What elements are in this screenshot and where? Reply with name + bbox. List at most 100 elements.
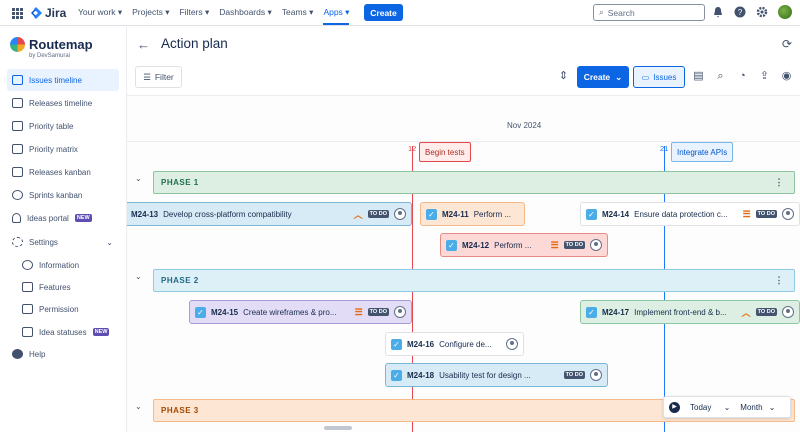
lightbulb-icon (12, 213, 21, 223)
permission-icon (22, 304, 33, 314)
checkbox-icon: ✓ (426, 208, 437, 220)
comment-icon[interactable]: ▤ (692, 70, 705, 83)
nav-your-work[interactable]: Your work ▾ (78, 7, 122, 25)
milestone-day: 12 (408, 144, 417, 153)
task-bar-m24-15[interactable]: ✓ M24-15 Create wireframes & pro... ☰ TO DO (189, 300, 412, 324)
nav-filters[interactable]: Filters ▾ (179, 7, 209, 25)
sidebar-item-permission[interactable]: Permission (17, 298, 117, 320)
issues-icon: ▭ (641, 72, 650, 82)
features-icon (22, 282, 33, 292)
checkbox-icon: ✓ (195, 306, 206, 318)
nav-apps[interactable]: Apps ▾ (323, 7, 350, 25)
chevron-down-icon[interactable]: ⌄ (135, 174, 142, 183)
month-header: Nov 2024 (507, 121, 542, 130)
create-button[interactable]: Create (364, 4, 403, 21)
sidebar-item-idea-statuses[interactable]: Idea statuses NEW (17, 321, 117, 343)
avatar[interactable] (782, 208, 794, 220)
search-input[interactable]: ⌕ Search (593, 4, 705, 21)
eye-icon[interactable]: ◉ (780, 70, 793, 83)
sync-icon[interactable]: ⟳ (782, 37, 792, 51)
chevron-down-icon[interactable]: ⌄ (106, 238, 113, 247)
task-bar-m24-18[interactable]: ✓ M24-18 Usability test for design ... TO D… (385, 363, 608, 387)
collapse-rows-icon[interactable]: ⇕ (557, 70, 570, 83)
main-content: ← Action plan ⟳ ☰ Filter ⇕ Create ⌄ ▭ Issue… (127, 27, 800, 432)
svg-text:?: ? (738, 8, 743, 17)
sidebar-item-priority-table[interactable]: Priority table (7, 115, 119, 137)
help-circle-icon (12, 349, 23, 359)
priority-high-icon: ︿ (353, 209, 363, 220)
sprint-icon (12, 190, 23, 200)
sidebar-item-priority-matrix[interactable]: Priority matrix (7, 138, 119, 160)
milestone-integrate-apis[interactable]: Integrate APIs (671, 142, 734, 162)
top-navigation: Jira Your work ▾ Projects ▾ Filters ▾ Da… (0, 0, 800, 26)
checkbox-icon: ✓ (586, 208, 597, 220)
sidebar-item-issues-timeline[interactable]: Issues timeline (7, 69, 119, 91)
table-icon (12, 121, 23, 131)
nav-dashboards[interactable]: Dashboards ▾ (219, 7, 271, 25)
milestone-day: 21 (660, 144, 669, 153)
sidebar-item-features[interactable]: Features (17, 276, 117, 298)
routemap-logo-icon (10, 37, 25, 52)
filter-button[interactable]: ☰ Filter (135, 66, 182, 88)
search-icon: ⌕ (599, 7, 604, 17)
share-icon[interactable]: ⇪ (758, 70, 771, 83)
sidebar-item-releases-timeline[interactable]: Releases timeline (7, 92, 119, 114)
create-issue-button[interactable]: Create ⌄ (577, 66, 629, 88)
sidebar-item-sprints-kanban[interactable]: Sprints kanban (7, 184, 119, 206)
history-icon[interactable]: ◔ (736, 70, 749, 83)
settings-gear-icon[interactable] (756, 6, 768, 18)
info-icon (22, 260, 33, 270)
user-avatar[interactable] (778, 5, 792, 19)
help-icon[interactable]: ? (734, 6, 746, 18)
status-badge: TO DO (755, 308, 777, 316)
timeline-controls: ▶ Today ⌄ Month ⌄ (663, 396, 791, 418)
more-icon[interactable]: ⋮ (775, 275, 785, 286)
zoom-select[interactable]: Month ⌄ (740, 403, 775, 412)
task-bar-m24-17[interactable]: ✓ M24-17 Implement front-end & b... ︿ TO DO (580, 300, 800, 324)
nav-teams[interactable]: Teams ▾ (282, 7, 314, 25)
sidebar-item-ideas-portal[interactable]: Ideas portal NEW (7, 207, 119, 229)
back-arrow-icon[interactable]: ← (137, 37, 150, 52)
jira-logo[interactable]: Jira (30, 6, 66, 20)
phase-2-bar[interactable]: PHASE 2 ⋮ (153, 269, 795, 292)
matrix-icon (12, 144, 23, 154)
status-badge: TO DO (367, 308, 389, 316)
play-icon[interactable]: ▶ (669, 401, 680, 413)
sidebar-item-settings[interactable]: Settings ⌄ (7, 231, 119, 253)
avatar[interactable] (590, 239, 602, 251)
brand-name: Routemap (29, 37, 93, 52)
avatar[interactable] (506, 338, 518, 350)
task-bar-m24-12[interactable]: ✓ M24-12 Perform ... ☰ TO DO (440, 233, 608, 257)
timeline-area[interactable]: Nov 2024 12 Begin tests 21 Integrate API… (127, 95, 800, 432)
avatar[interactable] (782, 306, 794, 318)
avatar[interactable] (590, 369, 602, 381)
avatar[interactable] (394, 306, 406, 318)
milestone-begin-tests[interactable]: Begin tests (419, 142, 471, 162)
task-bar-m24-11[interactable]: ✓ M24-11 Perform ... (420, 202, 525, 226)
sidebar: Routemap by DevSamurai Issues timeline R… (0, 27, 127, 432)
phase-1-bar[interactable]: PHASE 1 ⋮ (153, 171, 795, 194)
avatar[interactable] (394, 208, 406, 220)
horizontal-scrollbar[interactable] (324, 426, 352, 430)
sidebar-item-help[interactable]: Help (7, 343, 119, 365)
app-switcher-icon[interactable] (12, 8, 23, 19)
kanban-icon (12, 167, 23, 177)
issues-toggle-button[interactable]: ▭ Issues (633, 66, 685, 88)
search-icon[interactable]: ⌕ (714, 70, 727, 83)
chevron-down-icon[interactable]: ⌄ (135, 402, 142, 411)
task-bar-m24-13[interactable]: M24-13 Develop cross-platform compatibili… (127, 202, 412, 226)
status-badge: TO DO (367, 210, 389, 218)
sidebar-item-releases-kanban[interactable]: Releases kanban (7, 161, 119, 183)
checkbox-icon: ✓ (586, 306, 597, 318)
task-bar-m24-16[interactable]: ✓ M24-16 Configure de... (385, 332, 524, 356)
today-button[interactable]: Today ⌄ (690, 403, 730, 412)
more-icon[interactable]: ⋮ (775, 177, 785, 188)
task-bar-m24-14[interactable]: ✓ M24-14 Ensure data protection c... ☰ TO DO (580, 202, 800, 226)
chevron-down-icon: ⌄ (615, 71, 623, 82)
chevron-down-icon[interactable]: ⌄ (135, 272, 142, 281)
nav-projects[interactable]: Projects ▾ (132, 7, 169, 25)
checkbox-icon: ✓ (446, 239, 457, 251)
notifications-icon[interactable] (712, 6, 724, 18)
sidebar-item-information[interactable]: Information (17, 254, 117, 276)
checkbox-icon: ✓ (391, 369, 402, 381)
